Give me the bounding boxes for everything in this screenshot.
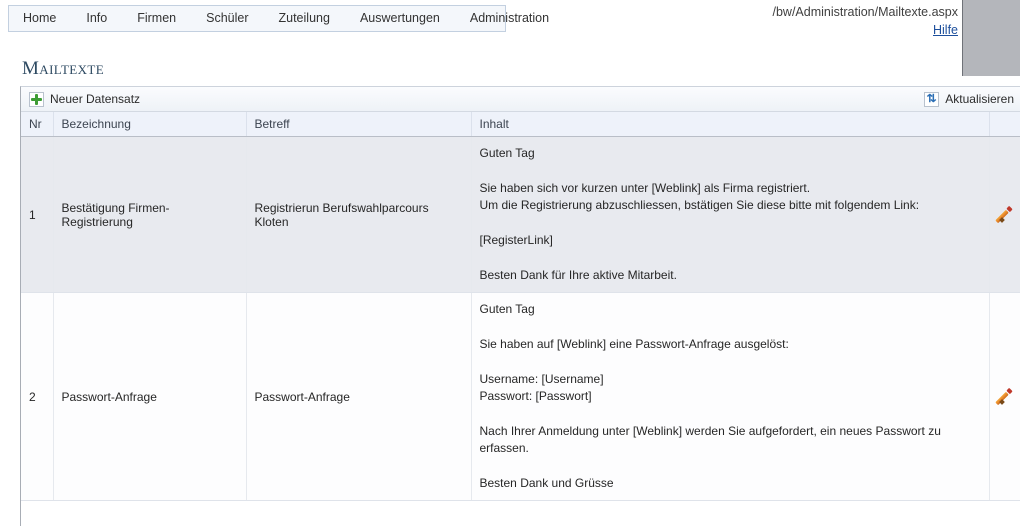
page-title: Mailtexte — [22, 58, 105, 79]
new-record-label: Neuer Datensatz — [50, 92, 141, 106]
nav-item-firmen[interactable]: Firmen — [122, 6, 191, 31]
cell-nr: 1 — [21, 136, 54, 294]
cell-inhalt: Guten Tag Sie haben sich vor kurzen unte… — [471, 136, 990, 294]
refresh-button[interactable]: ⇅ Aktualisieren — [924, 91, 1014, 107]
header-right-area: /bw/Administration/Mailtexte.aspx Hilfe — [618, 3, 959, 37]
mailtexte-grid-panel: Neuer Datensatz ⇅ Aktualisieren Nr Bezei… — [20, 86, 1020, 526]
cell-bezeichnung: Bestätigung Firmen-Registrierung — [53, 136, 247, 294]
nav-item-administration[interactable]: Administration — [455, 6, 564, 31]
refresh-icon: ⇅ — [924, 91, 940, 107]
nav-item-zuteilung[interactable]: Zuteilung — [264, 6, 345, 31]
plus-icon — [29, 91, 44, 107]
table-row[interactable]: 2 Passwort-Anfrage Passwort-Anfrage Gute… — [21, 292, 1020, 502]
cell-betreff: Passwort-Anfrage — [246, 292, 472, 502]
page-path: /bw/Administration/Mailtexte.aspx — [772, 5, 959, 19]
grid-toolbar: Neuer Datensatz ⇅ Aktualisieren — [21, 87, 1020, 112]
nav-item-info[interactable]: Info — [71, 6, 122, 31]
column-header-bezeichnung[interactable]: Bezeichnung — [53, 112, 247, 137]
cell-bezeichnung: Passwort-Anfrage — [53, 292, 247, 502]
pencil-icon[interactable] — [994, 205, 1014, 223]
edit-row-button[interactable] — [989, 292, 1020, 502]
column-header-inhalt[interactable]: Inhalt — [471, 112, 990, 137]
cell-inhalt: Guten Tag Sie haben auf [Weblink] eine P… — [471, 292, 990, 502]
nav-item-schueler[interactable]: Schüler — [191, 6, 263, 31]
pencil-icon[interactable] — [994, 387, 1014, 405]
table-header-row: Nr Bezeichnung Betreff Inhalt — [21, 112, 1020, 137]
mailtexte-table: Nr Bezeichnung Betreff Inhalt 1 Bestätig… — [21, 112, 1020, 502]
column-header-nr[interactable]: Nr — [21, 112, 54, 137]
right-grey-panel — [962, 0, 1020, 76]
nav-item-home[interactable]: Home — [9, 6, 71, 31]
column-header-betreff[interactable]: Betreff — [246, 112, 472, 137]
column-header-actions — [989, 112, 1020, 137]
main-navigation: Home Info Firmen Schüler Zuteilung Auswe… — [8, 5, 549, 32]
cell-betreff: Registrierun Berufswahlparcours Kloten — [246, 136, 472, 294]
help-link[interactable]: Hilfe — [933, 23, 958, 37]
new-record-button[interactable]: Neuer Datensatz — [29, 91, 141, 107]
edit-row-button[interactable] — [989, 136, 1020, 294]
cell-nr: 2 — [21, 292, 54, 502]
nav-item-auswertungen[interactable]: Auswertungen — [345, 6, 455, 31]
refresh-label: Aktualisieren — [945, 92, 1014, 106]
table-row[interactable]: 1 Bestätigung Firmen-Registrierung Regis… — [21, 136, 1020, 294]
